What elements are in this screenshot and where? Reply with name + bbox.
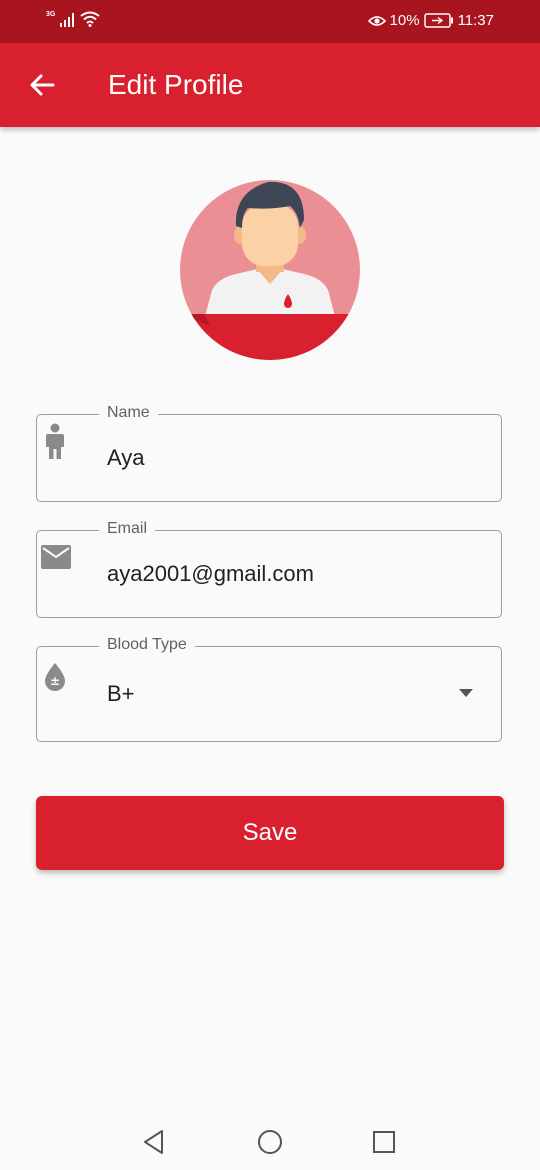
dropdown-arrow-icon[interactable] (459, 689, 473, 697)
status-left: 3G (46, 11, 100, 27)
profile-avatar (180, 180, 360, 360)
name-value: Aya (107, 445, 145, 470)
signal-icon (60, 13, 75, 27)
app-bar: Edit Profile (0, 43, 540, 127)
system-nav-bar (0, 1112, 540, 1170)
person-icon (37, 423, 73, 461)
mail-icon (39, 545, 73, 569)
save-button[interactable]: Save (36, 796, 504, 870)
status-right: 10% 11:37 (367, 12, 494, 29)
clock: 11:37 (457, 12, 494, 29)
battery-icon (423, 13, 453, 28)
blood-type-label: Blood Type (99, 635, 195, 655)
arrow-back-icon (30, 74, 55, 96)
email-field[interactable]: Email aya2001@gmail.com (36, 519, 502, 618)
status-bar: 3G 10% 11:37 (0, 0, 540, 43)
avatar-illustration (180, 180, 360, 360)
nav-recents-icon[interactable] (368, 1126, 400, 1158)
name-field[interactable]: Name Aya (36, 403, 502, 502)
blood-drop-icon: ± (37, 661, 73, 693)
name-label: Name (99, 403, 158, 423)
nav-back-icon[interactable] (138, 1126, 170, 1158)
back-button[interactable] (22, 65, 62, 105)
battery-percent: 10% (389, 12, 420, 29)
email-value: aya2001@gmail.com (107, 561, 314, 586)
eye-comfort-icon (367, 15, 386, 26)
blood-type-field[interactable]: Blood Type ± B+ (36, 635, 502, 742)
svg-text:±: ± (50, 674, 60, 688)
network-type: 3G (46, 11, 56, 18)
nav-home-icon[interactable] (254, 1126, 286, 1158)
page-title: Edit Profile (108, 69, 244, 100)
email-label: Email (99, 519, 156, 539)
wifi-icon (80, 11, 100, 27)
blood-type-value: B+ (107, 681, 135, 706)
